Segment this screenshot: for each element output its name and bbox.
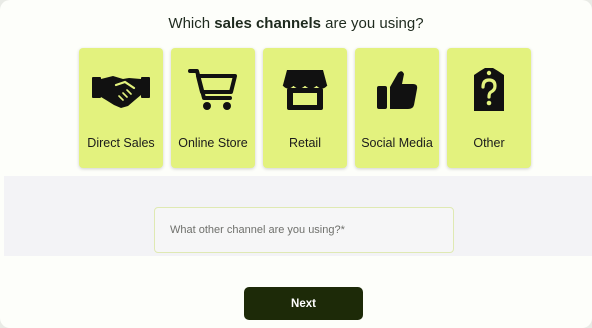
question-emphasis: sales channels: [214, 15, 321, 32]
channel-option-social-media[interactable]: Social Media: [355, 48, 439, 168]
question-prefix: Which: [168, 15, 215, 32]
thumbs-up-icon: [355, 66, 439, 114]
question-tag-icon: [447, 66, 531, 114]
shopping-cart-icon: [171, 66, 255, 114]
channel-label: Retail: [289, 136, 321, 150]
channel-label: Social Media: [361, 136, 433, 150]
channel-option-online-store[interactable]: Online Store: [171, 48, 255, 168]
question-heading: Which sales channels are you using?: [0, 15, 592, 32]
question-suffix: are you using?: [321, 15, 424, 32]
channel-option-other[interactable]: Other: [447, 48, 531, 168]
channel-options: Direct Sales Online Store Retail Social …: [79, 48, 531, 168]
storefront-icon: [263, 66, 347, 114]
channel-label: Online Store: [178, 136, 248, 150]
other-channel-input[interactable]: [154, 207, 454, 253]
channel-label: Other: [473, 136, 505, 150]
sales-channel-card: Which sales channels are you using? Dire…: [0, 0, 592, 328]
channel-label: Direct Sales: [87, 136, 155, 150]
next-button[interactable]: Next: [244, 287, 363, 320]
channel-option-retail[interactable]: Retail: [263, 48, 347, 168]
handshake-icon: [79, 66, 163, 114]
channel-option-direct-sales[interactable]: Direct Sales: [79, 48, 163, 168]
